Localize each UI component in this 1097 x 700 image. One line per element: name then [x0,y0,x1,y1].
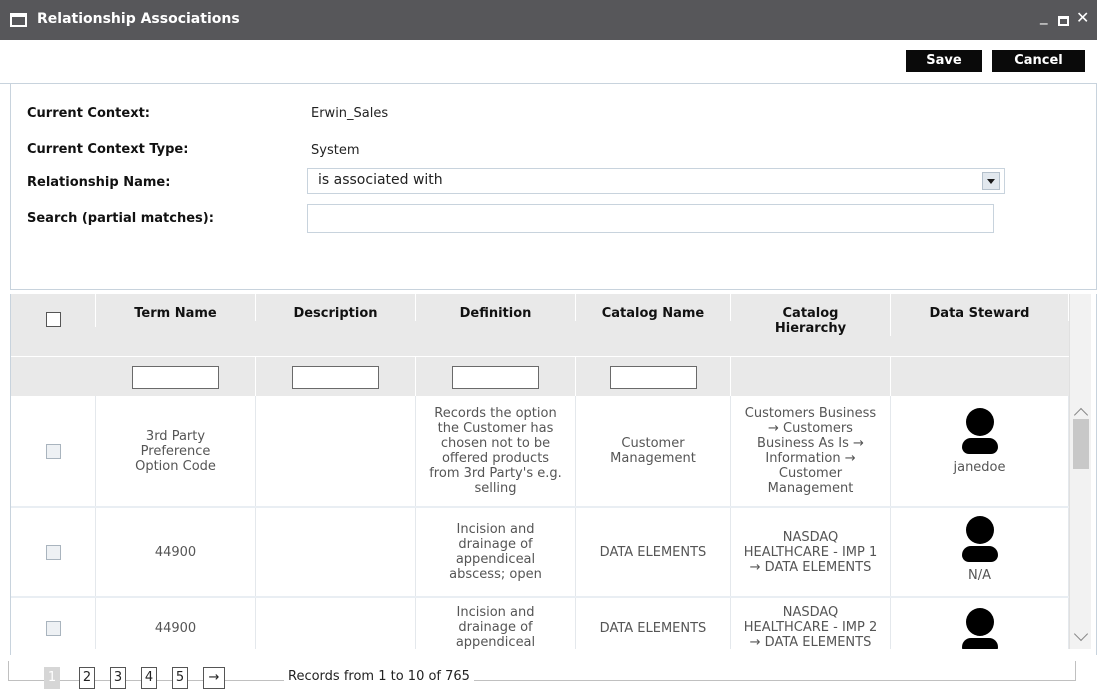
user-avatar-icon [960,408,1000,454]
description-filter-input[interactable] [292,365,379,389]
search-input[interactable] [307,204,994,233]
scroll-down-icon[interactable] [1073,626,1089,642]
user-avatar-icon [960,608,1000,649]
next-page-button[interactable]: → [203,667,225,689]
filter-row [11,356,1069,397]
data-steward-cell: janedoe [891,396,1069,506]
title-bar: Relationship Associations _ ✕ [0,0,1097,40]
definition-cell: Records the option the Customer has chos… [416,396,576,506]
minimize-button[interactable]: _ [1040,7,1048,25]
current-context-value: Erwin_Sales [311,106,389,121]
current-context-label: Current Context: [27,106,150,121]
column-header-catalog-hierarchy[interactable]: Catalog Hierarchy [731,294,891,336]
row-checkbox[interactable] [45,544,61,560]
vertical-scrollbar[interactable] [1069,294,1091,649]
column-header-catalog-name[interactable]: Catalog Name [576,294,731,321]
pagination-bar: 1 2 3 4 5 → Records from 1 to 10 of 765 [0,655,1097,700]
context-form: Current Context: Erwin_Sales Current Con… [10,84,1097,290]
current-context-type-value: System [311,143,360,158]
column-header-description[interactable]: Description [256,294,416,321]
catalog-name-filter-input[interactable] [609,365,697,389]
description-cell [256,396,416,506]
table-row[interactable]: 3rd Party Preference Option Code Records… [11,396,1069,508]
page-1-button[interactable]: 1 [44,667,60,689]
column-header-definition[interactable]: Definition [416,294,576,321]
definition-cell: Incision and drainage of appendiceal abs… [416,598,576,649]
page-3-button[interactable]: 3 [110,667,126,689]
user-avatar-icon [960,516,1000,562]
catalog-name-cell: DATA ELEMENTS [576,598,731,649]
current-context-type-label: Current Context Type: [27,142,189,157]
data-steward-cell [891,598,1069,649]
catalog-hierarchy-cell: Customers Business → Customers Business … [731,396,891,506]
catalog-name-cell: Customer Management [576,396,731,506]
window-title: Relationship Associations [37,11,240,27]
data-steward-cell: N/A [891,508,1069,596]
grid-header-row: Term Name Description Definition Catalog… [11,294,1069,356]
relationship-name-value: is associated with [318,172,443,188]
page-4-button[interactable]: 4 [141,667,157,689]
records-count: Records from 1 to 10 of 765 [284,669,474,684]
definition-cell: Incision and drainage of appendiceal abs… [416,508,576,596]
data-steward-name: janedoe [953,460,1006,475]
window-icon [10,13,27,27]
relationship-name-label: Relationship Name: [27,175,171,190]
dropdown-arrow-icon[interactable] [982,172,1000,190]
cancel-button[interactable]: Cancel [992,50,1085,72]
scrollbar-thumb[interactable] [1073,419,1089,469]
search-label: Search (partial matches): [27,211,214,226]
page-2-button[interactable]: 2 [79,667,95,689]
page-5-button[interactable]: 5 [172,667,188,689]
description-cell [256,598,416,649]
term-name-cell[interactable]: 44900 [96,598,256,649]
definition-filter-input[interactable] [452,365,539,389]
relationship-name-select[interactable]: is associated with [307,168,1005,194]
term-name-cell[interactable]: 44900 [96,508,256,596]
save-button[interactable]: Save [906,50,982,72]
toolbar: Save Cancel [0,40,1097,84]
data-steward-name: N/A [968,568,991,583]
select-all-checkbox[interactable] [45,312,61,327]
catalog-name-cell: DATA ELEMENTS [576,508,731,596]
row-checkbox[interactable] [45,620,61,636]
maximize-button[interactable] [1058,16,1069,26]
table-row[interactable]: 44900 Incision and drainage of appendice… [11,508,1069,598]
column-header-term-name[interactable]: Term Name [96,294,256,321]
row-checkbox[interactable] [45,443,61,459]
terms-grid: Term Name Description Definition Catalog… [10,294,1097,700]
close-button[interactable]: ✕ [1076,9,1089,27]
column-header-data-steward[interactable]: Data Steward [891,294,1069,321]
term-name-cell[interactable]: 3rd Party Preference Option Code [96,396,256,506]
table-row[interactable]: 44900 Incision and drainage of appendice… [11,598,1069,649]
catalog-hierarchy-cell: NASDAQ HEALTHCARE - IMP 2 → DATA ELEMENT… [731,598,891,649]
description-cell [256,508,416,596]
term-name-filter-input[interactable] [132,365,219,389]
catalog-hierarchy-cell: NASDAQ HEALTHCARE - IMP 1 → DATA ELEMENT… [731,508,891,596]
